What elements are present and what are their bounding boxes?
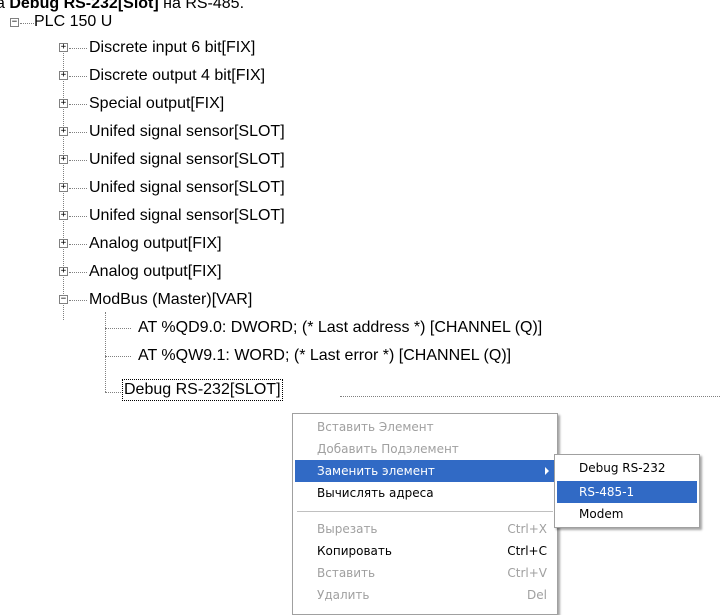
tree-node-analog-output[interactable]: Analog output[FIX] bbox=[89, 234, 222, 254]
tree-node-signal-sensor[interactable]: Unifed signal sensor[SLOT] bbox=[89, 122, 285, 142]
menu-item-shortcut: Del bbox=[527, 588, 547, 602]
tree-node-analog-output[interactable]: Analog output[FIX] bbox=[89, 262, 222, 282]
tree-node-signal-sensor[interactable]: Unifed signal sensor[SLOT] bbox=[89, 150, 285, 170]
context-menu: Вставить Элемент Добавить Подэлемент Зам… bbox=[292, 413, 558, 615]
caption-bold: Debug RS-232[Slot] bbox=[9, 0, 159, 12]
tree-connector bbox=[69, 76, 87, 77]
tree-connector bbox=[105, 328, 131, 329]
tree-node-discrete-output[interactable]: Discrete output 4 bit[FIX] bbox=[89, 66, 265, 86]
menu-item-label: Удалить bbox=[317, 588, 370, 602]
submenu-item-debug-rs232[interactable]: Debug RS-232 bbox=[557, 457, 697, 479]
submenu-item-modem[interactable]: Modem bbox=[557, 503, 697, 525]
tree-node-modbus-master[interactable]: ModBus (Master)[VAR] bbox=[89, 290, 252, 310]
caption-prefix: а bbox=[0, 0, 5, 12]
menu-item-insert-element[interactable]: Вставить Элемент bbox=[295, 416, 555, 438]
collapse-icon[interactable]: − bbox=[10, 18, 19, 27]
menu-item-label: Копировать bbox=[317, 544, 392, 558]
menu-item-shortcut: Ctrl+V bbox=[507, 566, 547, 580]
expand-icon[interactable]: + bbox=[59, 211, 68, 220]
menu-item-compute-addresses[interactable]: Вычислять адреса bbox=[295, 482, 555, 504]
tree-connector bbox=[69, 300, 87, 301]
menu-separator bbox=[297, 511, 553, 512]
menu-item-shortcut: Ctrl+C bbox=[507, 544, 547, 558]
menu-item-delete[interactable]: Удалить Del bbox=[295, 584, 555, 606]
tree-connector bbox=[20, 23, 34, 24]
tree-connector bbox=[69, 244, 87, 245]
caption-suffix: на RS-485. bbox=[158, 0, 245, 12]
menu-item-add-subelement[interactable]: Добавить Подэлемент bbox=[295, 438, 555, 460]
tree-root-plc[interactable]: PLC 150 U bbox=[34, 12, 112, 32]
tree-connector bbox=[69, 104, 87, 105]
submenu-item-rs485-1[interactable]: RS-485-1 bbox=[557, 481, 697, 503]
expand-icon[interactable]: + bbox=[59, 127, 68, 136]
tree-connector bbox=[105, 356, 131, 357]
tree-node-signal-sensor[interactable]: Unifed signal sensor[SLOT] bbox=[89, 178, 285, 198]
replace-submenu: Debug RS-232 RS-485-1 Modem bbox=[554, 454, 700, 528]
submenu-arrow-icon bbox=[545, 467, 549, 475]
submenu-item-label: Modem bbox=[579, 507, 624, 521]
tree-connector bbox=[69, 160, 87, 161]
expand-icon[interactable]: + bbox=[59, 183, 68, 192]
expand-icon[interactable]: + bbox=[59, 155, 68, 164]
tree-node-debug-rs232[interactable]: Debug RS-232[SLOT] bbox=[122, 379, 283, 401]
tree-connector bbox=[69, 188, 87, 189]
menu-item-label: Вставить Элемент bbox=[317, 420, 434, 434]
submenu-item-label: RS-485-1 bbox=[579, 485, 635, 499]
collapse-icon[interactable]: − bbox=[59, 295, 68, 304]
menu-item-label: Вырезать bbox=[317, 522, 378, 536]
selection-line bbox=[340, 396, 720, 397]
tree-connector bbox=[69, 216, 87, 217]
tree-connector bbox=[105, 392, 123, 393]
menu-item-label: Вставить bbox=[317, 566, 376, 580]
tree-node-last-error[interactable]: AT %QW9.1: WORD; (* Last error *) [CHANN… bbox=[138, 346, 511, 366]
expand-icon[interactable]: + bbox=[59, 43, 68, 52]
tree-node-special-output[interactable]: Special output[FIX] bbox=[89, 94, 224, 114]
menu-item-copy[interactable]: Копировать Ctrl+C bbox=[295, 540, 555, 562]
menu-item-label: Добавить Подэлемент bbox=[317, 442, 459, 456]
menu-item-cut[interactable]: Вырезать Ctrl+X bbox=[295, 518, 555, 540]
menu-item-shortcut: Ctrl+X bbox=[507, 522, 547, 536]
tree-node-last-address[interactable]: AT %QD9.0: DWORD; (* Last address *) [CH… bbox=[138, 318, 542, 338]
tree-connector bbox=[69, 272, 87, 273]
tree-trunk bbox=[105, 312, 106, 392]
tree-connector bbox=[69, 48, 87, 49]
submenu-item-label: Debug RS-232 bbox=[579, 461, 666, 475]
menu-item-label: Заменить элемент bbox=[317, 464, 435, 478]
menu-item-paste[interactable]: Вставить Ctrl+V bbox=[295, 562, 555, 584]
menu-item-replace-element[interactable]: Заменить элемент bbox=[295, 460, 555, 482]
expand-icon[interactable]: + bbox=[59, 71, 68, 80]
tree-connector bbox=[69, 132, 87, 133]
tree-node-discrete-input[interactable]: Discrete input 6 bit[FIX] bbox=[89, 38, 255, 58]
expand-icon[interactable]: + bbox=[59, 99, 68, 108]
tree-node-signal-sensor[interactable]: Unifed signal sensor[SLOT] bbox=[89, 206, 285, 226]
menu-item-label: Вычислять адреса bbox=[317, 486, 434, 500]
expand-icon[interactable]: + bbox=[59, 267, 68, 276]
expand-icon[interactable]: + bbox=[59, 239, 68, 248]
